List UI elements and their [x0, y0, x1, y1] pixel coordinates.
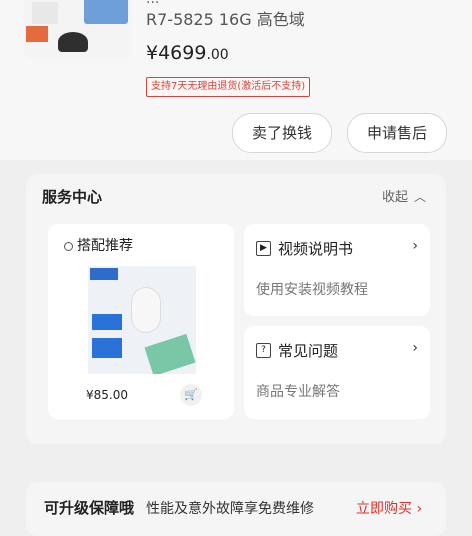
faq-subtitle: 商品专业解答 — [256, 384, 340, 400]
order-summary-card: ... R7-5825 16G 高色域 ¥4699.00 支持7天无理由退货(激… — [0, 0, 472, 160]
chevron-right-icon: › — [412, 238, 418, 254]
collapse-button[interactable]: 收起 ︿ — [382, 186, 426, 205]
chevron-up-icon: ︿ — [413, 190, 426, 204]
upgrade-description: 性能及意外故障享免费维修 — [146, 501, 314, 517]
return-policy-tag: 支持7天无理由退货(激活后不支持) — [146, 77, 311, 97]
sell-button[interactable]: 卖了换钱 — [232, 113, 332, 153]
product-image[interactable] — [24, 0, 132, 58]
combo-recommend-card[interactable]: 搭配推荐 ¥85.00 🛒 — [48, 224, 234, 419]
apply-after-sales-button[interactable]: 申请售后 — [347, 113, 447, 153]
faq-card[interactable]: ? 常见问题 › 商品专业解答 — [244, 326, 430, 419]
upgrade-protection-bar: 可升级保障哦 性能及意外故障享免费维修 立即购买 › — [26, 482, 446, 536]
buy-now-link[interactable]: 立即购买 › — [356, 498, 422, 518]
video-book-icon: ▶ — [256, 241, 271, 256]
thumb-box — [32, 2, 58, 24]
pad-image — [144, 333, 196, 374]
question-icon: ? — [256, 343, 271, 358]
combo-title-label: 搭配推荐 — [77, 238, 133, 254]
video-guide-card[interactable]: ▶ 视频说明书 › 使用安装视频教程 — [244, 224, 430, 316]
product-spec: R7-5825 16G 高色域 — [146, 10, 305, 29]
collapse-label: 收起 — [381, 190, 408, 205]
product-price: ¥4699.00 — [146, 42, 229, 64]
service-center-title: 服务中心 — [42, 188, 103, 206]
thumb-figure — [58, 32, 88, 52]
brand-badge — [90, 268, 118, 280]
box-image-1 — [92, 314, 122, 330]
video-guide-subtitle: 使用安装视频教程 — [256, 282, 368, 298]
box-image-2 — [92, 338, 122, 358]
mouse-image — [132, 288, 160, 332]
service-center-card: 服务中心 收起 ︿ 搭配推荐 ¥85.00 🛒 ▶ 视频说明书 › 使用安装视频教… — [26, 174, 446, 444]
thumb-red-item — [26, 26, 48, 42]
combo-product-image[interactable] — [88, 266, 196, 374]
thumb-laptop — [84, 0, 128, 24]
faq-title: 常见问题 — [278, 342, 339, 360]
price-decimal: .00 — [206, 47, 229, 63]
combo-price: ¥85.00 — [86, 388, 128, 402]
ring-icon — [64, 241, 73, 251]
price-main: ¥4699 — [146, 42, 207, 64]
upgrade-label: 可升级保障哦 — [44, 499, 135, 517]
chevron-right-icon: › — [412, 340, 418, 356]
combo-title: 搭配推荐 — [64, 235, 133, 255]
cart-icon[interactable]: 🛒 — [180, 384, 202, 406]
video-guide-title: 视频说明书 — [278, 240, 354, 258]
